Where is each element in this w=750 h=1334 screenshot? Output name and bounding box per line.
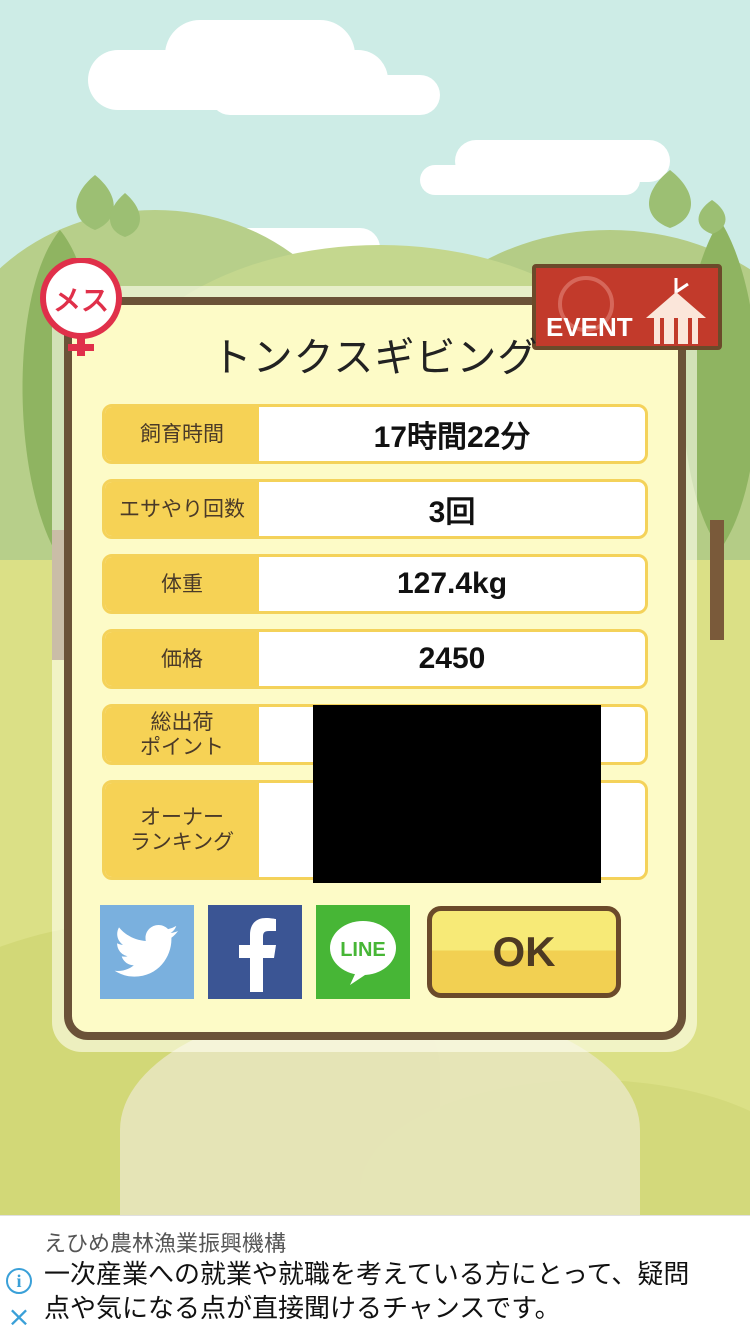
stat-label-line: ランキング xyxy=(129,830,235,854)
stat-label: 総出荷 ポイント xyxy=(105,707,259,762)
stat-label-line: ポイント xyxy=(140,734,224,759)
info-icon[interactable]: i xyxy=(6,1268,32,1294)
ad-banner[interactable]: えひめ農林漁業振興機構 i × 一次産業への就業や就職を考えている方にとって、疑… xyxy=(0,1215,750,1334)
stat-label: 飼育時間 xyxy=(105,407,259,461)
female-icon: メス xyxy=(40,258,122,356)
stat-row-price: 価格 2450 xyxy=(102,629,648,689)
ok-button[interactable]: OK xyxy=(427,906,621,998)
stat-value: 2450 xyxy=(418,642,486,675)
stat-value: 127.4kg xyxy=(396,567,508,600)
cloud xyxy=(420,165,640,195)
stat-label-line: オーナー xyxy=(140,805,224,829)
ad-sponsor: えひめ農林漁業振興機構 xyxy=(44,1232,287,1257)
tree-small xyxy=(649,170,726,234)
redacted-area xyxy=(313,705,601,883)
facebook-share-button[interactable] xyxy=(208,905,302,999)
line-share-button[interactable]: LINE xyxy=(316,905,410,999)
pig-name: トンクスギビング xyxy=(211,335,539,381)
stat-row-raising-time: 飼育時間 17時間22分 xyxy=(102,404,648,464)
stat-label: オーナー ランキング xyxy=(105,783,259,877)
close-icon[interactable]: × xyxy=(6,1303,32,1331)
line-icon: LINE xyxy=(330,921,396,985)
stat-row-feed-count: エサやり回数 3回 xyxy=(102,479,648,539)
stat-label: 体重 xyxy=(105,557,259,611)
cloud xyxy=(210,75,440,115)
ad-text[interactable]: 一次産業への就業や就職を考えている方にとって、疑問 点や気になる点が直接聞けるチ… xyxy=(44,1258,734,1326)
twitter-share-button[interactable] xyxy=(100,905,194,999)
gender-badge-text: メス xyxy=(53,284,109,317)
twitter-icon xyxy=(114,925,178,977)
circus-tent-icon xyxy=(646,278,706,344)
stat-value: 17時間22分 xyxy=(373,421,531,454)
tree-small xyxy=(76,175,140,237)
stat-value: 3回 xyxy=(428,496,476,529)
ad-line: 点や気になる点が直接聞けるチャンスです。 xyxy=(44,1294,561,1324)
stat-label: エサやり回数 xyxy=(105,482,259,536)
facebook-icon xyxy=(239,918,276,992)
ad-line: 一次産業への就業や就職を考えている方にとって、疑問 xyxy=(44,1260,690,1290)
line-label: LINE xyxy=(340,939,386,961)
stat-label: 価格 xyxy=(105,632,259,686)
stat-label-line: 総出荷 xyxy=(150,709,214,734)
stat-row-weight: 体重 127.4kg xyxy=(102,554,648,614)
